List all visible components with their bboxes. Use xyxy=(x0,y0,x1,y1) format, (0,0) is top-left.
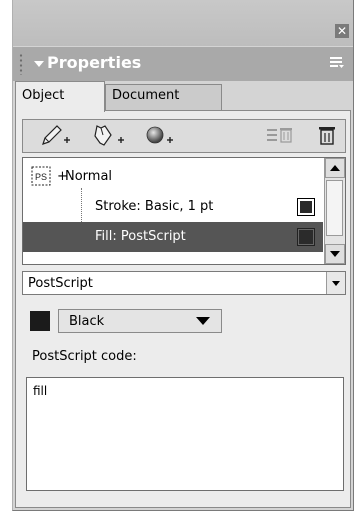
scroll-thumb[interactable] xyxy=(326,180,343,236)
attributes-list: PS + Normal Stroke: Basic, 1 pt Fill: Po… xyxy=(22,157,346,265)
drag-grip-icon[interactable] xyxy=(19,53,23,75)
list-delete-icon xyxy=(267,128,292,143)
add-effect-button[interactable] xyxy=(141,123,181,149)
panel-titlebar[interactable]: Properties xyxy=(13,47,353,81)
scroll-down-button[interactable] xyxy=(325,244,345,264)
panel-title: Properties xyxy=(47,53,142,72)
color-value: Black xyxy=(69,314,105,329)
scroll-up-button[interactable] xyxy=(325,158,345,178)
effect-add-icon xyxy=(146,126,173,144)
fill-color-swatch[interactable] xyxy=(297,228,315,246)
pen-tool-add-icon xyxy=(94,125,124,146)
stroke-color-swatch[interactable] xyxy=(297,198,315,216)
tab-document[interactable]: Document xyxy=(105,84,222,111)
trash-icon xyxy=(319,127,335,145)
attributes-toolbar xyxy=(22,119,346,153)
postscript-code-textarea[interactable]: fill xyxy=(26,377,344,491)
list-item[interactable]: PS + Normal xyxy=(23,162,323,192)
properties-panel: ✕ Properties Object Document PS + Normal… xyxy=(12,0,354,511)
collapse-arrow-icon[interactable] xyxy=(33,55,45,73)
postscript-code-label: PostScript code: xyxy=(32,349,137,364)
list-scrollbar[interactable] xyxy=(324,158,345,264)
fill-type-dropdown[interactable]: PostScript xyxy=(22,271,346,295)
list-item-label: Stroke: Basic, 1 pt xyxy=(95,199,214,214)
color-swatch[interactable] xyxy=(30,311,50,331)
add-stroke-button[interactable] xyxy=(37,123,77,149)
window-background: ✕ Properties Object Document PS + Normal… xyxy=(0,0,358,518)
chevron-down-icon xyxy=(332,281,340,286)
fill-type-value: PostScript xyxy=(28,276,93,291)
delete-button[interactable] xyxy=(307,123,347,149)
pencil-add-icon xyxy=(42,125,70,145)
tab-object[interactable]: Object xyxy=(15,81,105,112)
panel-top-strip: ✕ xyxy=(13,0,353,46)
arrow-down-icon xyxy=(330,251,340,257)
list-item[interactable]: Stroke: Basic, 1 pt xyxy=(23,192,323,222)
object-tab-content: PS + Normal Stroke: Basic, 1 pt Fill: Po… xyxy=(15,110,351,508)
close-icon[interactable]: ✕ xyxy=(335,24,349,38)
panel-options-icon[interactable] xyxy=(329,55,345,69)
list-item-selected[interactable]: Fill: PostScript xyxy=(23,222,323,252)
tab-bar: Object Document xyxy=(13,81,353,112)
list-item-label: Fill: PostScript xyxy=(95,229,186,244)
list-item-label: Normal xyxy=(65,169,113,184)
postscript-object-icon: PS xyxy=(31,166,51,186)
color-dropdown[interactable]: Black xyxy=(58,309,222,333)
svg-text:PS: PS xyxy=(35,172,47,182)
remove-attribute-button[interactable] xyxy=(261,123,301,149)
chevron-down-icon xyxy=(196,317,210,325)
dropdown-button[interactable] xyxy=(326,272,345,294)
arrow-up-icon xyxy=(330,165,340,171)
add-fill-button[interactable] xyxy=(91,123,131,149)
